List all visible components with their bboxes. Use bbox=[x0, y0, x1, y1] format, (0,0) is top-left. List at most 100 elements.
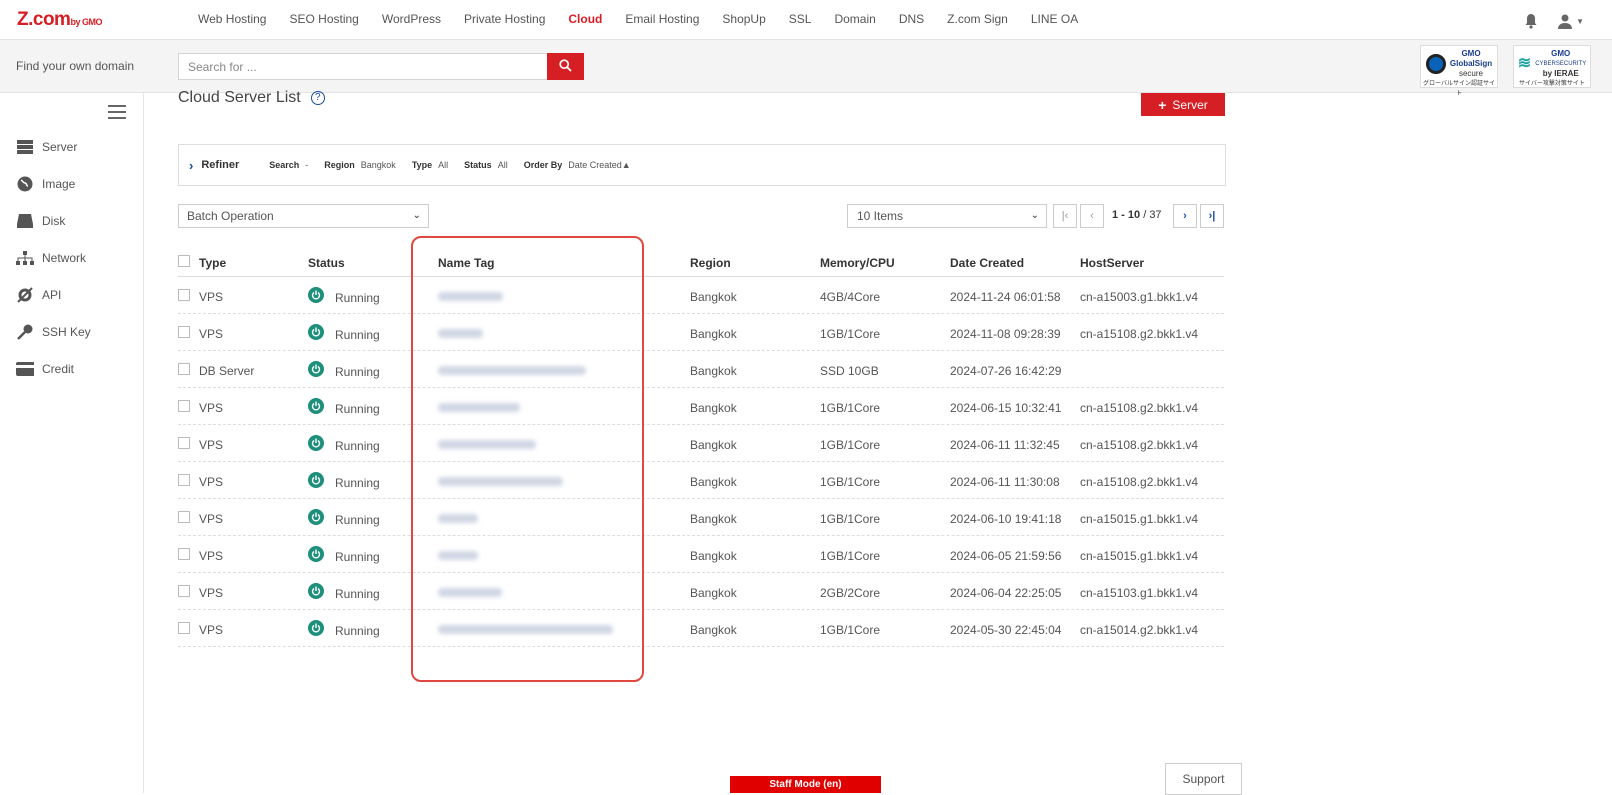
header-hostserver[interactable]: HostServer bbox=[1080, 256, 1144, 270]
chevron-right-icon[interactable]: › bbox=[189, 158, 193, 173]
cell-status: Running bbox=[308, 618, 380, 638]
cell-name-tag[interactable] bbox=[438, 438, 536, 452]
table-row[interactable]: VPS Running Bangkok 1GB/1Core 2024-05-30 22:… bbox=[178, 610, 1224, 647]
nav-link-wordpress[interactable]: WordPress bbox=[382, 12, 441, 26]
header-type[interactable]: Type bbox=[199, 256, 226, 270]
menu-toggle-icon[interactable] bbox=[108, 105, 126, 119]
select-all-checkbox[interactable] bbox=[178, 255, 190, 267]
row-checkbox[interactable] bbox=[178, 326, 190, 338]
header-name-tag[interactable]: Name Tag bbox=[438, 256, 494, 270]
cell-type: VPS bbox=[199, 401, 224, 415]
nav-link-dns[interactable]: DNS bbox=[899, 12, 924, 26]
support-button[interactable]: Support bbox=[1165, 763, 1242, 795]
nav-link-private-hosting[interactable]: Private Hosting bbox=[464, 12, 545, 26]
row-checkbox[interactable] bbox=[178, 437, 190, 449]
table-row[interactable]: VPS Running Bangkok 1GB/1Core 2024-06-11 11:… bbox=[178, 462, 1224, 499]
cell-name-tag[interactable] bbox=[438, 290, 503, 304]
cell-memory-cpu: 1GB/1Core bbox=[820, 549, 881, 563]
nav-link-web-hosting[interactable]: Web Hosting bbox=[198, 12, 266, 26]
header-date-created[interactable]: Date Created bbox=[950, 256, 1024, 270]
prev-page-button[interactable]: ‹ bbox=[1080, 204, 1104, 228]
sidebar-item-image[interactable]: Image bbox=[16, 176, 75, 192]
cell-name-tag[interactable] bbox=[438, 475, 563, 489]
search-button[interactable] bbox=[547, 53, 584, 80]
table-row[interactable]: VPS Running Bangkok 2GB/2Core 2024-06-04 22:… bbox=[178, 573, 1224, 610]
add-server-button[interactable]: + Server bbox=[1141, 93, 1225, 116]
first-page-icon: |‹ bbox=[1061, 210, 1069, 222]
table-row[interactable]: VPS Running Bangkok 1GB/1Core 2024-11-08 09:… bbox=[178, 314, 1224, 351]
cybersecurity-badge[interactable]: ≋ GMO CYBERSECURITY by IERAE サイバー攻撃対策サイト bbox=[1513, 45, 1591, 88]
cell-type: VPS bbox=[199, 549, 224, 563]
last-page-button[interactable]: ›| bbox=[1200, 204, 1224, 228]
sidebar-item-ssh-key[interactable]: SSH Key bbox=[16, 324, 91, 340]
cell-name-tag[interactable] bbox=[438, 512, 478, 526]
cell-name-tag[interactable] bbox=[438, 327, 483, 341]
globalsign-badge[interactable]: GMO GlobalSign secure グローバルサイン認証サイト bbox=[1420, 45, 1498, 97]
sidebar-item-network[interactable]: Network bbox=[16, 250, 86, 266]
sidebar-item-label: Network bbox=[42, 251, 87, 265]
power-icon bbox=[308, 361, 324, 377]
domain-search-input[interactable] bbox=[178, 53, 548, 80]
refiner-key: Region bbox=[324, 160, 355, 170]
power-icon bbox=[308, 509, 324, 525]
ierae-logo-icon: ≋ bbox=[1517, 55, 1532, 72]
table-row[interactable]: VPS Running Bangkok 1GB/1Core 2024-06-11 11:… bbox=[178, 425, 1224, 462]
cell-name-tag[interactable] bbox=[438, 364, 586, 378]
first-page-button[interactable]: |‹ bbox=[1053, 204, 1077, 228]
row-checkbox[interactable] bbox=[178, 585, 190, 597]
nav-link-shopup[interactable]: ShopUp bbox=[722, 12, 765, 26]
sidebar-item-label: Server bbox=[42, 140, 78, 154]
table-row[interactable]: VPS Running Bangkok 1GB/1Core 2024-06-05 21:… bbox=[178, 536, 1224, 573]
refiner-key: Type bbox=[411, 160, 433, 170]
redacted-name bbox=[438, 403, 520, 412]
next-page-button[interactable]: › bbox=[1173, 204, 1197, 228]
network-icon bbox=[16, 250, 34, 266]
refiner-value: All bbox=[497, 160, 508, 170]
sidebar-item-disk[interactable]: Disk bbox=[16, 213, 65, 229]
nav-link-cloud[interactable]: Cloud bbox=[568, 12, 602, 26]
batch-operation-select[interactable]: Batch Operation ⌄ bbox=[178, 204, 429, 228]
cell-hostserver: cn-a15103.g1.bkk1.v4 bbox=[1080, 586, 1199, 600]
table-row[interactable]: VPS Running Bangkok 1GB/1Core 2024-06-10 19:… bbox=[178, 499, 1224, 536]
header-memory-cpu[interactable]: Memory/CPU bbox=[820, 256, 895, 270]
table-row[interactable]: DB Server Running Bangkok SSD 10GB 2024-07-2… bbox=[178, 351, 1224, 388]
cell-name-tag[interactable] bbox=[438, 401, 520, 415]
table-row[interactable]: VPS Running Bangkok 4GB/4Core 2024-11-24 06:… bbox=[178, 277, 1224, 314]
nav-link-domain[interactable]: Domain bbox=[834, 12, 875, 26]
nav-link-line-oa[interactable]: LINE OA bbox=[1031, 12, 1078, 26]
cell-memory-cpu: 1GB/1Core bbox=[820, 475, 881, 489]
cell-region: Bangkok bbox=[690, 512, 737, 526]
nav-link-email-hosting[interactable]: Email Hosting bbox=[625, 12, 699, 26]
zcom-logo[interactable]: Z.comby GMO bbox=[17, 9, 102, 31]
row-checkbox[interactable] bbox=[178, 622, 190, 634]
row-checkbox[interactable] bbox=[178, 363, 190, 375]
row-checkbox[interactable] bbox=[178, 289, 190, 301]
help-icon[interactable]: ? bbox=[310, 91, 325, 105]
header-region[interactable]: Region bbox=[690, 256, 731, 270]
power-icon bbox=[308, 287, 324, 303]
sidebar-item-api[interactable]: API bbox=[16, 287, 61, 303]
user-icon[interactable]: ▼ bbox=[1557, 13, 1584, 29]
nav-link-seo-hosting[interactable]: SEO Hosting bbox=[289, 12, 358, 26]
refiner-key: Status bbox=[464, 160, 492, 170]
table-row[interactable]: VPS Running Bangkok 1GB/1Core 2024-06-15 10:… bbox=[178, 388, 1224, 425]
cell-name-tag[interactable] bbox=[438, 586, 502, 600]
row-checkbox[interactable] bbox=[178, 548, 190, 560]
header-status[interactable]: Status bbox=[308, 256, 345, 270]
items-per-page-select[interactable]: 10 Items ⌄ bbox=[847, 204, 1047, 228]
nav-link-ssl[interactable]: SSL bbox=[789, 12, 812, 26]
sidebar-item-server[interactable]: Server bbox=[16, 139, 77, 155]
cell-name-tag[interactable] bbox=[438, 549, 478, 563]
nav-link-z-com-sign[interactable]: Z.com Sign bbox=[947, 12, 1008, 26]
power-icon bbox=[308, 398, 324, 414]
cell-name-tag[interactable] bbox=[438, 623, 613, 637]
bell-icon[interactable] bbox=[1523, 13, 1539, 29]
refiner-toggle[interactable]: Refiner bbox=[201, 159, 239, 171]
row-checkbox[interactable] bbox=[178, 400, 190, 412]
row-checkbox[interactable] bbox=[178, 474, 190, 486]
globe-icon bbox=[16, 176, 34, 192]
redacted-name bbox=[438, 625, 613, 634]
row-checkbox[interactable] bbox=[178, 511, 190, 523]
chevron-down-icon: ⌄ bbox=[1030, 210, 1039, 221]
sidebar-item-credit[interactable]: Credit bbox=[16, 361, 74, 377]
